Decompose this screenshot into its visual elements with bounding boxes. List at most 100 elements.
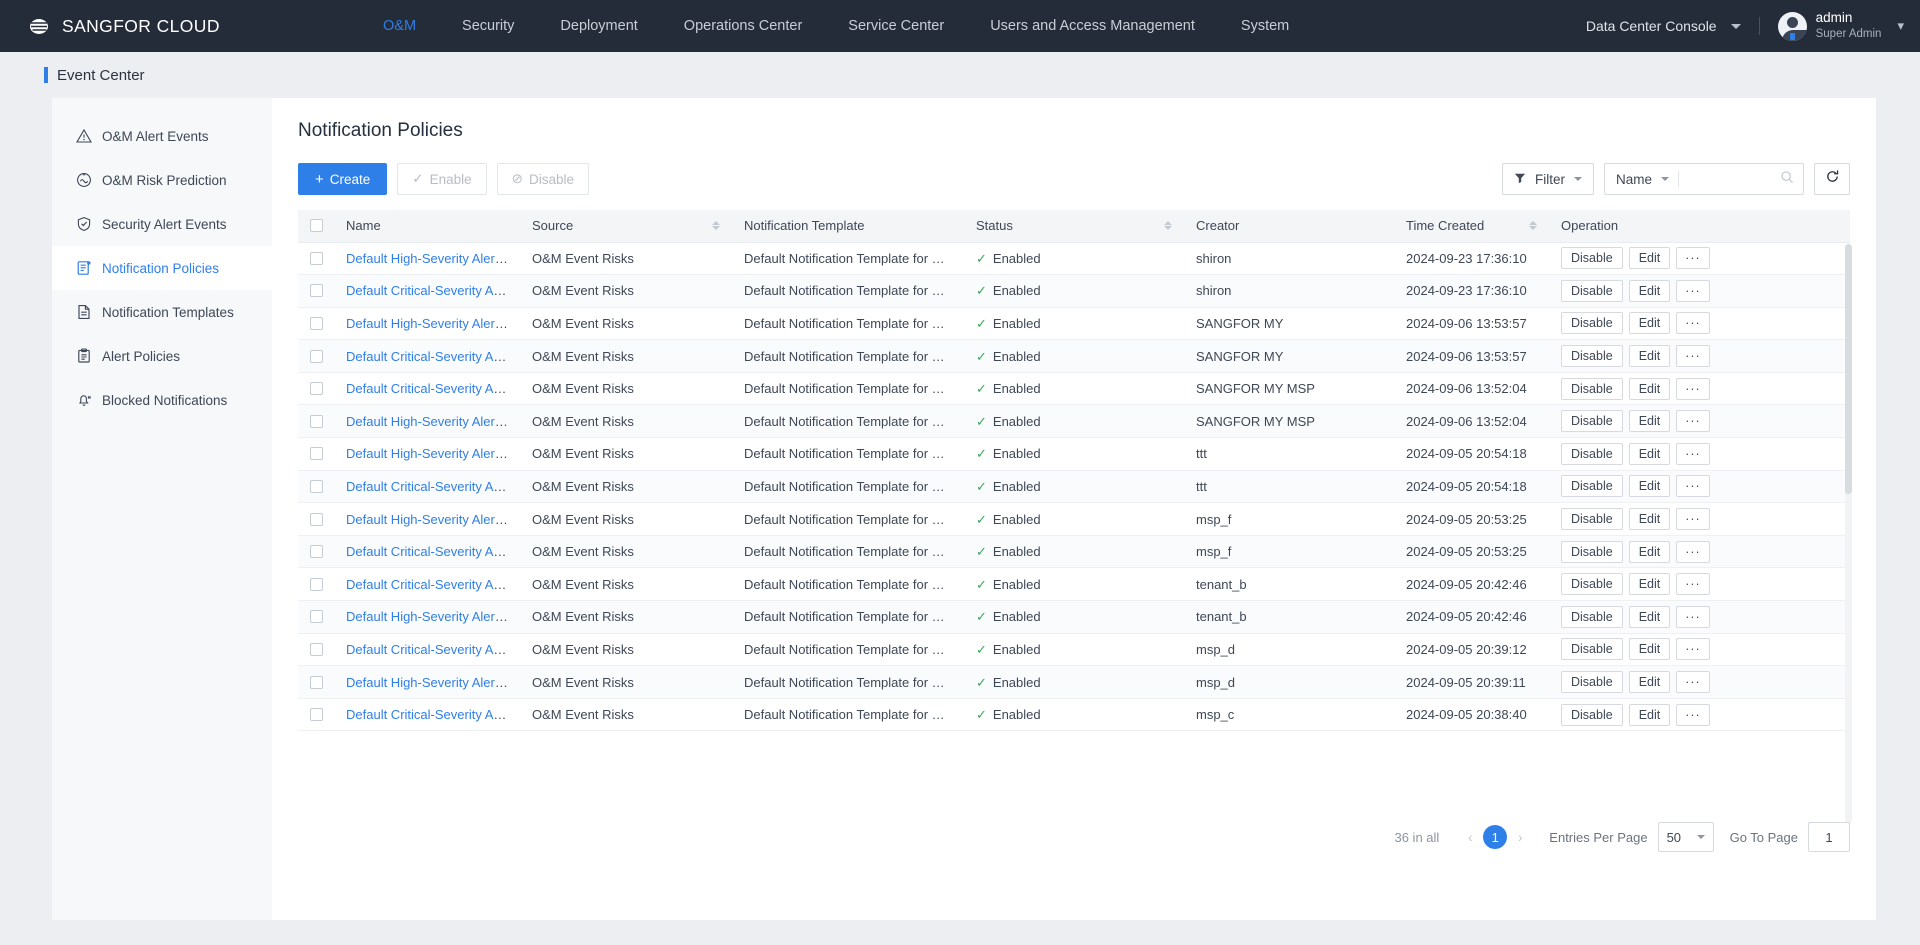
table-row[interactable]: Default High-Severity Alert Policy O&M Ev… <box>298 502 1850 536</box>
row-checkbox[interactable] <box>310 447 323 461</box>
row-more-button[interactable]: ··· <box>1676 312 1710 335</box>
row-checkbox[interactable] <box>310 316 323 330</box>
row-edit-button[interactable]: Edit <box>1628 605 1671 628</box>
row-edit-button[interactable]: Edit <box>1628 279 1671 302</box>
sort-icon[interactable] <box>1529 221 1537 231</box>
nav-item-service-center[interactable]: Service Center <box>825 0 967 52</box>
policy-name-link[interactable]: Default Critical-Severity Alert Policy <box>346 381 520 396</box>
entries-per-page-select[interactable]: 50 <box>1657 822 1714 852</box>
row-more-button[interactable]: ··· <box>1676 279 1710 302</box>
row-disable-button[interactable]: Disable <box>1561 573 1623 596</box>
row-checkbox[interactable] <box>310 708 323 722</box>
sort-icon[interactable] <box>712 221 720 231</box>
sidebar-item-alert-policies[interactable]: Alert Policies <box>52 334 272 378</box>
row-edit-button[interactable]: Edit <box>1628 377 1671 400</box>
prev-page-button[interactable]: ‹ <box>1457 829 1483 845</box>
row-edit-button[interactable]: Edit <box>1628 671 1671 694</box>
search-input[interactable] <box>1679 171 1778 187</box>
console-selector[interactable]: Data Center Console <box>1586 18 1741 34</box>
header-time-created[interactable]: Time Created <box>1394 210 1549 243</box>
table-row[interactable]: Default High-Severity Alert Policy O&M Ev… <box>298 404 1850 439</box>
search-field-selector[interactable]: Name <box>1605 172 1678 187</box>
row-more-button[interactable]: ··· <box>1676 540 1710 563</box>
row-select-cell[interactable] <box>298 242 334 276</box>
row-checkbox[interactable] <box>310 512 323 526</box>
row-disable-button[interactable]: Disable <box>1561 671 1623 694</box>
nav-item-deployment[interactable]: Deployment <box>537 0 660 52</box>
policy-name-link[interactable]: Default High-Severity Alert Policy <box>346 675 520 690</box>
table-scrollbar-thumb[interactable] <box>1845 244 1852 494</box>
row-more-button[interactable]: ··· <box>1676 475 1710 498</box>
policy-name-link[interactable]: Default High-Severity Alert Policy <box>346 446 520 461</box>
header-select-all[interactable] <box>298 210 334 243</box>
row-disable-button[interactable]: Disable <box>1561 703 1623 726</box>
table-row[interactable]: Default Critical-Severity Alert PolicyO&… <box>298 567 1850 602</box>
row-edit-button[interactable]: Edit <box>1628 475 1671 498</box>
table-row[interactable]: Default High-Severity Alert Policy O&M Ev… <box>298 242 1850 276</box>
row-edit-button[interactable]: Edit <box>1628 442 1671 465</box>
table-row[interactable]: Default High-Severity Alert Policy O&M Ev… <box>298 307 1850 341</box>
next-page-button[interactable]: › <box>1507 829 1533 845</box>
row-select-cell[interactable] <box>298 339 334 373</box>
row-disable-button[interactable]: Disable <box>1561 442 1623 465</box>
sidebar-item-blocked-notifications[interactable]: Blocked Notifications <box>52 378 272 422</box>
row-edit-button[interactable]: Edit <box>1628 508 1671 531</box>
sidebar-item-notification-templates[interactable]: Notification Templates <box>52 290 272 334</box>
row-disable-button[interactable]: Disable <box>1561 377 1623 400</box>
table-row[interactable]: Default Critical-Severity Alert PolicyO&… <box>298 535 1850 569</box>
row-edit-button[interactable]: Edit <box>1628 540 1671 563</box>
row-select-cell[interactable] <box>298 274 334 308</box>
row-more-button[interactable]: ··· <box>1676 345 1710 368</box>
row-edit-button[interactable]: Edit <box>1628 638 1671 661</box>
row-select-cell[interactable] <box>298 535 334 569</box>
row-more-button[interactable]: ··· <box>1676 410 1710 433</box>
table-row[interactable]: Default Critical-Severity Alert PolicyO&… <box>298 633 1850 667</box>
page-number-1[interactable]: 1 <box>1483 825 1508 849</box>
table-row[interactable]: Default Critical-Severity Alert PolicyO&… <box>298 372 1850 406</box>
row-disable-button[interactable]: Disable <box>1561 312 1623 335</box>
table-row[interactable]: Default Critical-Severity Alert PolicyO&… <box>298 274 1850 308</box>
policy-name-link[interactable]: Default Critical-Severity Alert Policy <box>346 479 520 494</box>
row-more-button[interactable]: ··· <box>1676 638 1710 661</box>
row-select-cell[interactable] <box>298 372 334 406</box>
row-checkbox[interactable] <box>310 284 323 298</box>
row-select-cell[interactable] <box>298 665 334 699</box>
row-checkbox[interactable] <box>310 414 323 428</box>
row-edit-button[interactable]: Edit <box>1628 573 1671 596</box>
header-creator[interactable]: Creator <box>1184 210 1394 243</box>
sidebar-item-security-alert-events[interactable]: Security Alert Events <box>52 202 272 246</box>
row-disable-button[interactable]: Disable <box>1561 345 1623 368</box>
table-row[interactable]: Default Critical-Severity Alert PolicyO&… <box>298 698 1850 732</box>
sort-icon[interactable] <box>1164 221 1172 231</box>
row-more-button[interactable]: ··· <box>1676 703 1710 726</box>
nav-item-operations-center[interactable]: Operations Center <box>661 0 825 52</box>
row-select-cell[interactable] <box>298 404 334 439</box>
filter-dropdown[interactable]: Filter <box>1502 163 1594 195</box>
row-checkbox[interactable] <box>310 349 323 363</box>
disable-button[interactable]: ⊘ Disable <box>496 163 589 195</box>
row-more-button[interactable]: ··· <box>1676 671 1710 694</box>
row-edit-button[interactable]: Edit <box>1628 410 1671 433</box>
row-disable-button[interactable]: Disable <box>1561 247 1623 270</box>
nav-item-security[interactable]: Security <box>439 0 537 52</box>
row-disable-button[interactable]: Disable <box>1561 475 1623 498</box>
header-source[interactable]: Source <box>520 210 732 243</box>
enable-button[interactable]: ✓ Enable <box>397 163 487 195</box>
row-checkbox[interactable] <box>310 642 323 656</box>
create-button[interactable]: + Create <box>298 163 388 195</box>
row-select-cell[interactable] <box>298 698 334 732</box>
table-row[interactable]: Default High-Severity Alert Policy O&M Ev… <box>298 600 1850 634</box>
select-all-checkbox[interactable] <box>310 219 323 233</box>
row-select-cell[interactable] <box>298 567 334 602</box>
refresh-button[interactable] <box>1814 163 1850 195</box>
user-menu[interactable]: admin Super Admin ▾ <box>1777 10 1904 41</box>
row-checkbox[interactable] <box>310 577 323 591</box>
policy-name-link[interactable]: Default High-Severity Alert Policy <box>346 251 520 266</box>
row-disable-button[interactable]: Disable <box>1561 279 1623 302</box>
row-checkbox[interactable] <box>310 479 323 493</box>
row-checkbox[interactable] <box>310 251 323 265</box>
nav-item-om[interactable]: O&M <box>360 0 439 52</box>
row-checkbox[interactable] <box>310 545 323 559</box>
row-disable-button[interactable]: Disable <box>1561 508 1623 531</box>
search-icon[interactable] <box>1778 170 1803 189</box>
